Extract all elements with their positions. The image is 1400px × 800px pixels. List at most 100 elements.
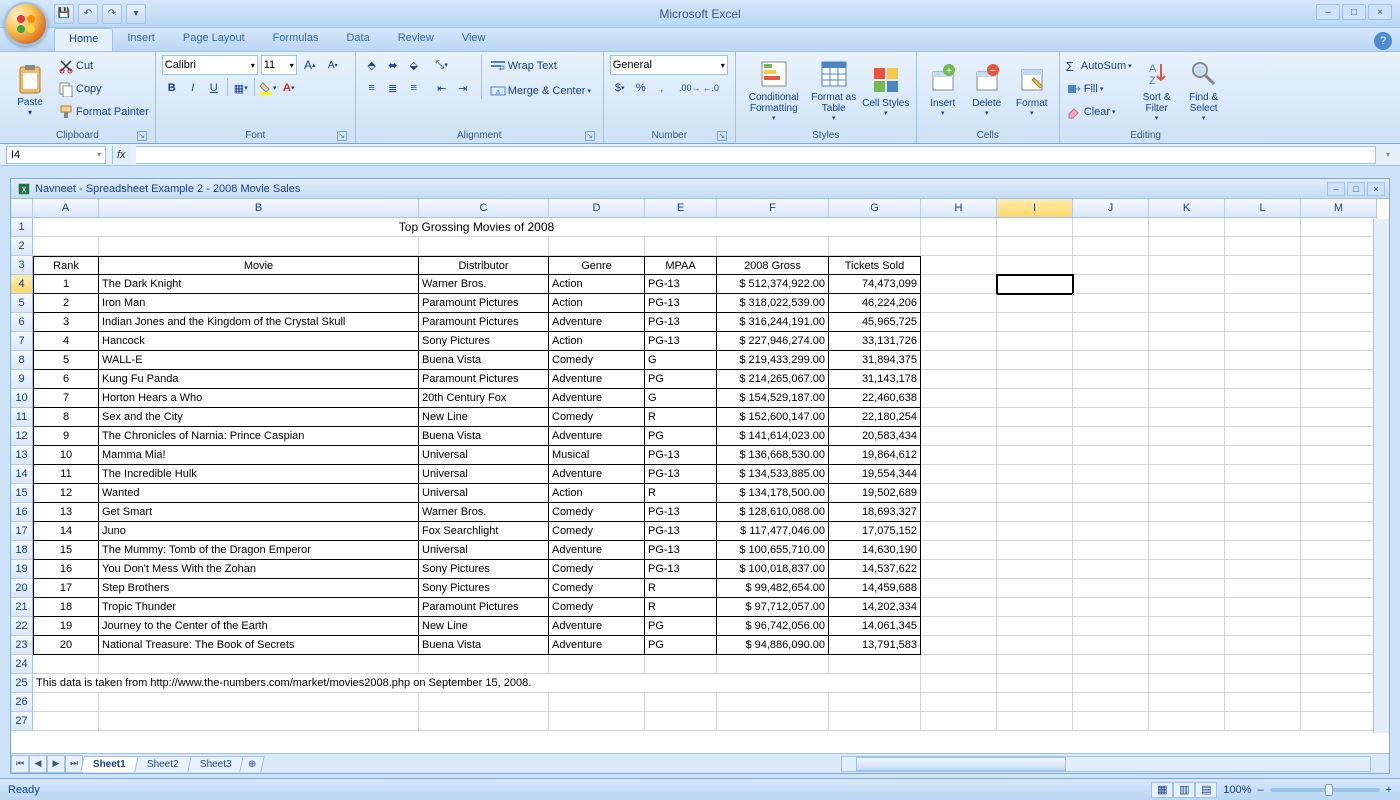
cell-D6[interactable]: Adventure	[549, 313, 645, 332]
row-header-15[interactable]: 15	[11, 484, 33, 503]
cell-I10[interactable]	[997, 389, 1073, 408]
cell-I14[interactable]	[997, 465, 1073, 484]
cell-J23[interactable]	[1073, 636, 1149, 655]
cell-K17[interactable]	[1149, 522, 1225, 541]
row-header-17[interactable]: 17	[11, 522, 33, 541]
cell-K15[interactable]	[1149, 484, 1225, 503]
cell-B9[interactable]: Kung Fu Panda	[99, 370, 419, 389]
col-header-F[interactable]: F	[717, 199, 829, 218]
cell-K14[interactable]	[1149, 465, 1225, 484]
cell-B24[interactable]	[99, 655, 419, 674]
cell-F22[interactable]: $ 96,742,056.00	[717, 617, 829, 636]
cell-E5[interactable]: PG-13	[645, 294, 717, 313]
cell-J6[interactable]	[1073, 313, 1149, 332]
cell-J13[interactable]	[1073, 446, 1149, 465]
accounting-format-button[interactable]: $▾	[610, 78, 630, 98]
cell-F17[interactable]: $ 117,477,046.00	[717, 522, 829, 541]
cell-styles-button[interactable]: Cell Styles▾	[862, 55, 910, 125]
merge-center-button[interactable]: aMerge & Center ▾	[490, 80, 591, 102]
row-header-14[interactable]: 14	[11, 465, 33, 484]
cell-M18[interactable]	[1301, 541, 1377, 560]
cell-B15[interactable]: Wanted	[99, 484, 419, 503]
cell-L3[interactable]	[1225, 256, 1301, 275]
cell-H1[interactable]	[921, 218, 997, 237]
restore-button[interactable]: □	[1342, 4, 1366, 20]
cell-F4[interactable]: $ 512,374,922.00	[717, 275, 829, 294]
cell-K27[interactable]	[1149, 712, 1225, 731]
cell-K2[interactable]	[1149, 237, 1225, 256]
cell-J3[interactable]	[1073, 256, 1149, 275]
fx-button[interactable]: fx	[113, 149, 130, 161]
cell-J16[interactable]	[1073, 503, 1149, 522]
cell-G15[interactable]: 19,502,689	[829, 484, 921, 503]
row-header-19[interactable]: 19	[11, 560, 33, 579]
horizontal-scrollbar[interactable]	[841, 756, 1371, 772]
cell-G13[interactable]: 19,864,612	[829, 446, 921, 465]
cell-H21[interactable]	[921, 598, 997, 617]
format-cells-button[interactable]: Format▾	[1011, 55, 1053, 125]
cell-J9[interactable]	[1073, 370, 1149, 389]
cell-M12[interactable]	[1301, 427, 1377, 446]
cell-F27[interactable]	[717, 712, 829, 731]
cell-D7[interactable]: Action	[549, 332, 645, 351]
cell-J4[interactable]	[1073, 275, 1149, 294]
font-launcher[interactable]: ↘	[337, 131, 347, 141]
cell-G14[interactable]: 19,554,344	[829, 465, 921, 484]
orientation-button[interactable]: ⤡▾	[432, 55, 452, 75]
cell-E15[interactable]: R	[645, 484, 717, 503]
header-6[interactable]: Tickets Sold	[829, 256, 921, 275]
cell-I2[interactable]	[997, 237, 1073, 256]
cell-D16[interactable]: Comedy	[549, 503, 645, 522]
row-header-2[interactable]: 2	[11, 237, 33, 256]
cell-A20[interactable]: 17	[33, 579, 99, 598]
cell-J14[interactable]	[1073, 465, 1149, 484]
help-button[interactable]: ?	[1374, 32, 1392, 50]
doc-restore-button[interactable]: □	[1347, 182, 1365, 196]
cell-H15[interactable]	[921, 484, 997, 503]
sheet-tab-3[interactable]: Sheet3	[187, 756, 244, 772]
vertical-scrollbar[interactable]	[1373, 219, 1389, 733]
sheet-area[interactable]: ABCDEFGHIJKLM1Top Grossing Movies of 200…	[11, 199, 1389, 753]
wrap-text-button[interactable]: Wrap Text	[490, 55, 591, 77]
cell-E17[interactable]: PG-13	[645, 522, 717, 541]
qat-undo-button[interactable]: ↶	[78, 4, 98, 24]
cell-D13[interactable]: Musical	[549, 446, 645, 465]
cell-I4[interactable]	[997, 275, 1073, 294]
cell-J24[interactable]	[1073, 655, 1149, 674]
cell-H3[interactable]	[921, 256, 997, 275]
header-5[interactable]: 2008 Gross	[717, 256, 829, 275]
cell-E11[interactable]: R	[645, 408, 717, 427]
tab-view[interactable]: View	[448, 28, 500, 51]
bold-button[interactable]: B	[162, 78, 182, 98]
cell-I8[interactable]	[997, 351, 1073, 370]
cell-D19[interactable]: Comedy	[549, 560, 645, 579]
cell-E4[interactable]: PG-13	[645, 275, 717, 294]
cell-D21[interactable]: Comedy	[549, 598, 645, 617]
cell-G12[interactable]: 20,583,434	[829, 427, 921, 446]
cell-G24[interactable]	[829, 655, 921, 674]
cell-H10[interactable]	[921, 389, 997, 408]
cell-K22[interactable]	[1149, 617, 1225, 636]
cell-J5[interactable]	[1073, 294, 1149, 313]
cell-C26[interactable]	[419, 693, 549, 712]
row-header-26[interactable]: 26	[11, 693, 33, 712]
cell-J2[interactable]	[1073, 237, 1149, 256]
cell-E27[interactable]	[645, 712, 717, 731]
row-header-13[interactable]: 13	[11, 446, 33, 465]
increase-decimal-button[interactable]: .00→	[680, 78, 700, 98]
cell-I25[interactable]	[997, 674, 1073, 693]
zoom-out-button[interactable]: –	[1257, 784, 1263, 796]
cell-F7[interactable]: $ 227,946,274.00	[717, 332, 829, 351]
cell-M8[interactable]	[1301, 351, 1377, 370]
cell-C18[interactable]: Universal	[419, 541, 549, 560]
cell-A23[interactable]: 20	[33, 636, 99, 655]
cell-M4[interactable]	[1301, 275, 1377, 294]
shrink-font-button[interactable]: A▾	[323, 55, 343, 75]
cell-C5[interactable]: Paramount Pictures	[419, 294, 549, 313]
cell-M24[interactable]	[1301, 655, 1377, 674]
cell-A21[interactable]: 18	[33, 598, 99, 617]
cell-B7[interactable]: Hancock	[99, 332, 419, 351]
cell-G22[interactable]: 14,061,345	[829, 617, 921, 636]
find-select-button[interactable]: Find & Select▾	[1182, 55, 1226, 125]
cell-L4[interactable]	[1225, 275, 1301, 294]
